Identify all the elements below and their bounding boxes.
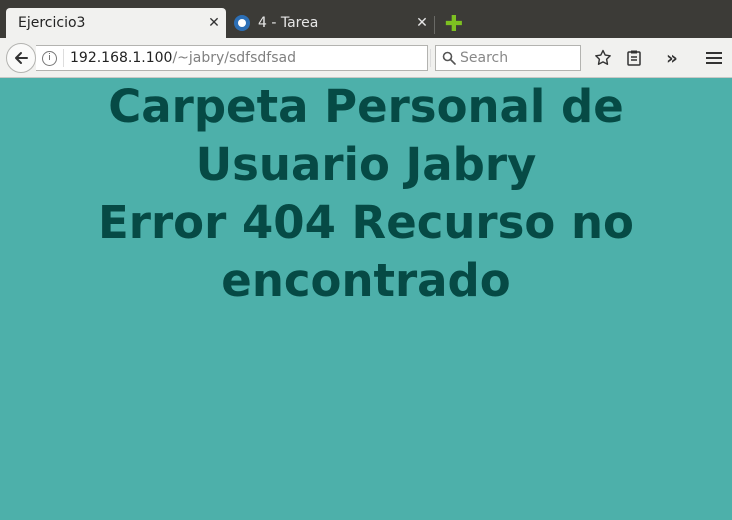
tab-title: 4 - Tarea: [258, 15, 319, 31]
navigation-toolbar: i 192.168.1.100/~jabry/sdfsdfsad ↻ »: [0, 38, 732, 78]
site-favicon-icon: [234, 15, 250, 31]
error-heading-line-2: encontrado: [221, 254, 511, 307]
close-icon[interactable]: ✕: [410, 15, 434, 31]
page-heading-line-1: Carpeta Personal de: [108, 80, 624, 133]
page-content: Carpeta Personal de Usuario Jabry Error …: [0, 78, 732, 520]
search-input[interactable]: [460, 50, 570, 66]
tab-title: Ejercicio3: [18, 15, 86, 31]
url-path: /~jabry/sdfsdfsad: [172, 50, 296, 66]
star-icon: [595, 49, 611, 65]
url-host: 192.168.1.100: [70, 50, 173, 66]
overflow-chevron-icon[interactable]: »: [661, 47, 683, 69]
reload-divider: [430, 49, 431, 67]
page-heading-line-2: Usuario Jabry: [195, 138, 537, 191]
close-icon[interactable]: ✕: [202, 15, 226, 31]
tab-ejercicio3[interactable]: Ejercicio3 ✕: [6, 8, 226, 38]
search-icon: [442, 51, 456, 65]
menu-button[interactable]: [703, 47, 725, 69]
plus-icon[interactable]: ✚: [443, 14, 465, 36]
hamburger-menu-icon: [706, 52, 722, 64]
bookmark-star-button[interactable]: [592, 47, 614, 69]
tab-strip: Ejercicio3 ✕ 4 - Tarea ✕ ✚: [0, 6, 732, 38]
reading-list-button[interactable]: [623, 47, 645, 69]
error-heading-line-1: Error 404 Recurso no: [98, 196, 634, 249]
back-button[interactable]: [6, 43, 36, 73]
url-text[interactable]: 192.168.1.100/~jabry/sdfsdfsad: [70, 50, 296, 66]
search-bar[interactable]: [435, 45, 581, 71]
tab-tarea[interactable]: 4 - Tarea ✕: [226, 8, 434, 38]
info-icon[interactable]: i: [42, 50, 57, 66]
clipboard-icon: [627, 50, 641, 66]
url-bar[interactable]: i 192.168.1.100/~jabry/sdfsdfsad ↻: [36, 45, 452, 71]
url-divider: [63, 49, 64, 67]
arrow-left-icon: [15, 52, 28, 64]
tab-divider: [434, 16, 435, 34]
